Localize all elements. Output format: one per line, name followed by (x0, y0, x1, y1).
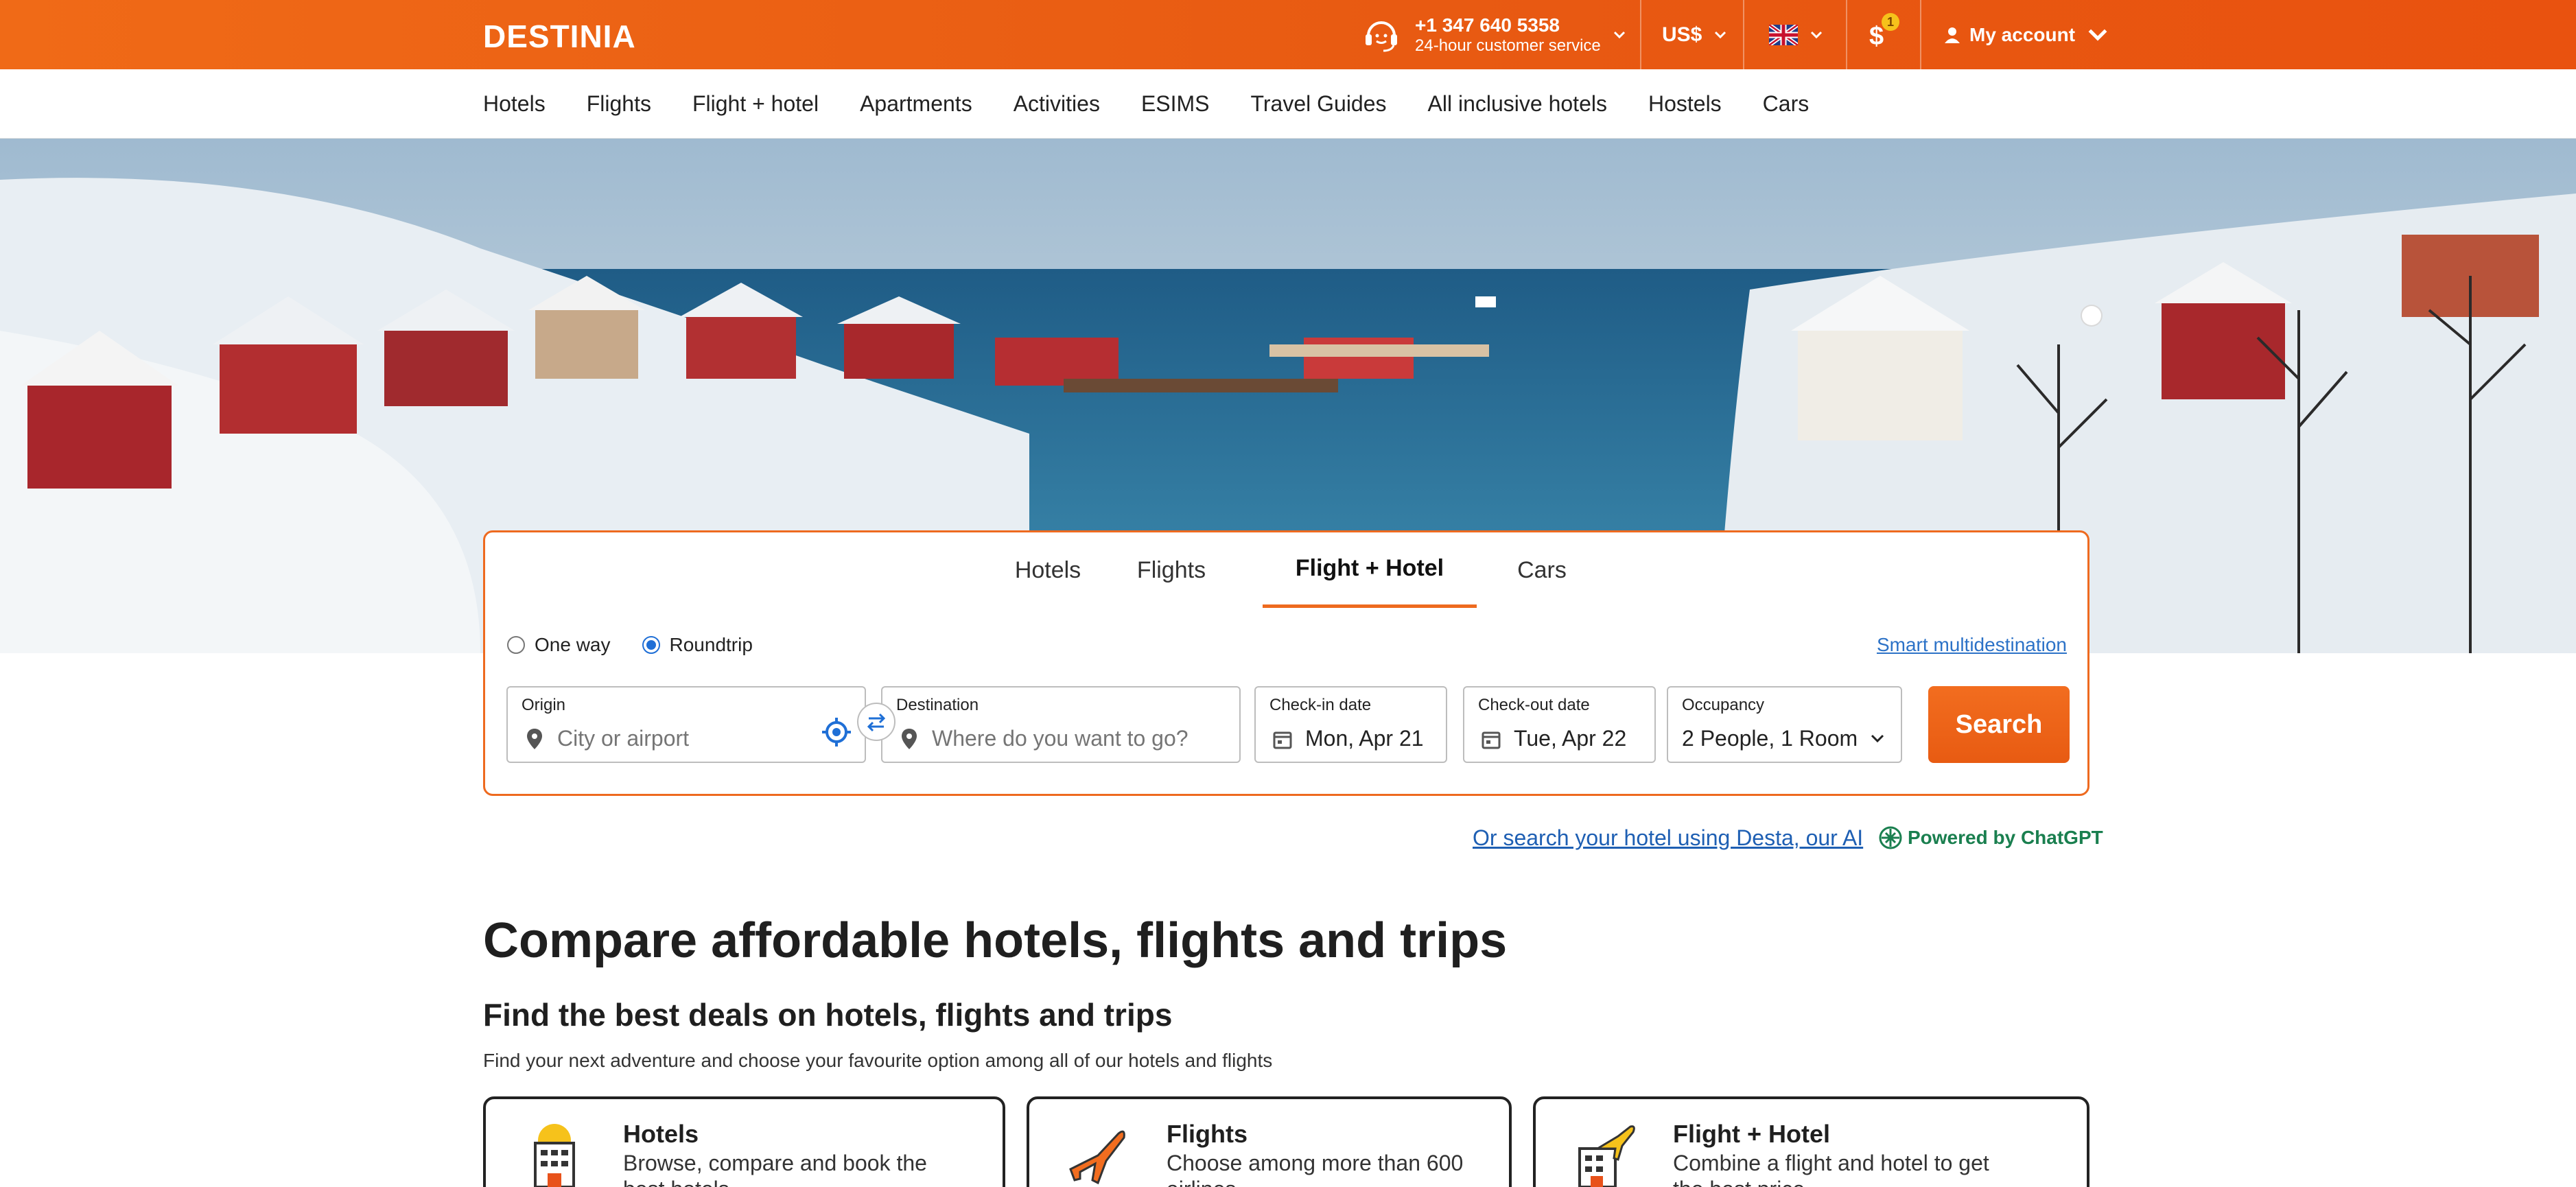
card-description: Choose among more than 600 airlines (1167, 1151, 1464, 1187)
radio-one-way[interactable]: One way (507, 634, 611, 656)
divider (1743, 0, 1744, 69)
phone-number: +1 347 640 5358 (1415, 14, 1560, 36)
checkin-value: Mon, Apr 21 (1305, 726, 1424, 751)
language-selector[interactable] (1769, 0, 1823, 69)
field-label: Check-in date (1269, 696, 1372, 714)
occupancy-field[interactable]: Occupancy 2 People, 1 Room (1667, 686, 1902, 763)
svg-text:$: $ (1869, 22, 1884, 49)
location-pin-icon (527, 729, 542, 749)
card-flights[interactable]: Flights Choose among more than 600 airli… (1027, 1096, 1512, 1187)
nav-item-travel-guides[interactable]: Travel Guides (1251, 90, 1387, 117)
tab-flights[interactable]: Flights (1116, 532, 1226, 608)
nav-item-hotels[interactable]: Hotels (483, 90, 546, 117)
swap-button[interactable] (857, 703, 895, 741)
uk-flag-icon (1769, 24, 1798, 45)
headset-icon (1366, 21, 1397, 51)
card-flight-hotel[interactable]: Flight + Hotel Combine a flight and hote… (1533, 1096, 2089, 1187)
card-title: Flight + Hotel (1673, 1120, 1830, 1148)
checkout-value: Tue, Apr 22 (1514, 726, 1627, 751)
main-nav: Hotels Flights Flight + hotel Apartments… (0, 69, 2576, 139)
rewards-button[interactable]: $ 1 (1864, 0, 1899, 69)
swap-icon (867, 713, 886, 732)
field-label: Check-out date (1478, 696, 1590, 714)
page-heading: Compare affordable hotels, flights and t… (483, 913, 1508, 968)
chevron-down-icon (1810, 31, 1823, 38)
chevron-down-icon (2088, 29, 2107, 41)
search-tabs: Hotels Flights Flight + Hotel Cars (485, 532, 2087, 608)
calendar-icon (1273, 731, 1292, 749)
nav-item-hostels[interactable]: Hostels (1648, 90, 1722, 117)
hotel-icon (534, 1124, 575, 1187)
checkout-field[interactable]: Check-out date Tue, Apr 22 (1463, 686, 1656, 763)
radio-label: One way (535, 634, 611, 655)
card-hotels[interactable]: Hotels Browse, compare and book the best… (483, 1096, 1005, 1187)
radio-button[interactable] (507, 636, 525, 654)
field-label: Origin (522, 696, 566, 714)
destination-field[interactable]: Destination (881, 686, 1241, 763)
currency-label: US$ (1662, 23, 1702, 46)
radio-roundtrip[interactable]: Roundtrip (642, 634, 753, 656)
nav-item-activities[interactable]: Activities (1014, 90, 1100, 117)
tab-cars[interactable]: Cars (1487, 532, 1597, 608)
radio-label: Roundtrip (669, 634, 753, 655)
location-pin-icon (902, 729, 917, 749)
carousel-dot[interactable] (2081, 305, 2103, 327)
plane-icon (1069, 1130, 1125, 1185)
search-button[interactable]: Search (1928, 686, 2070, 763)
user-icon (1945, 27, 1960, 43)
nav-item-cars[interactable]: Cars (1763, 90, 1810, 117)
radio-button[interactable] (642, 636, 660, 654)
divider (1640, 0, 1641, 69)
tab-hotels[interactable]: Hotels (993, 532, 1103, 608)
section-heading: Find the best deals on hotels, flights a… (483, 997, 1173, 1033)
nav-item-flights[interactable]: Flights (587, 90, 651, 117)
divider (1920, 0, 1921, 69)
nav-item-flight-hotel[interactable]: Flight + hotel (692, 90, 819, 117)
checkin-field[interactable]: Check-in date Mon, Apr 21 (1254, 686, 1447, 763)
field-label: Destination (896, 696, 979, 714)
phone-subtitle: 24-hour customer service (1415, 36, 1601, 55)
top-bar: DESTINIA +1 347 640 5358 24-hour custome… (0, 0, 2576, 69)
smart-multidestination-link[interactable]: Smart multidestination (1877, 634, 2067, 656)
trip-type: One way Roundtrip (507, 634, 784, 656)
coin-badge: 1 (1882, 12, 1899, 31)
desta-ai-link[interactable]: Or search your hotel using Desta, our AI (1473, 825, 1863, 851)
chevron-down-icon (1715, 31, 1726, 38)
chevron-down-icon (1871, 734, 1884, 743)
field-label: Occupancy (1682, 696, 1765, 714)
card-description: Browse, compare and book the best hotels (623, 1151, 927, 1187)
nav-item-esims[interactable]: ESIMS (1141, 90, 1210, 117)
flight-hotel-icon (1578, 1125, 1635, 1187)
powered-label: Powered by ChatGPT (1908, 827, 2103, 848)
account-label: My account (1969, 23, 2076, 45)
origin-field[interactable]: Origin (506, 686, 866, 763)
coin-icon: $ 1 (1864, 12, 1899, 51)
my-account-button[interactable]: My account (1942, 0, 2115, 69)
occupancy-value: 2 People, 1 Room (1682, 726, 1858, 751)
chevron-down-icon (1613, 31, 1625, 38)
card-title: Flights (1167, 1120, 1248, 1148)
search-panel: Hotels Flights Flight + Hotel Cars One w… (483, 530, 2089, 796)
customer-service[interactable]: +1 347 640 5358 24-hour customer service (1361, 0, 1626, 69)
destinia-logo[interactable]: DESTINIA (483, 18, 636, 55)
nav-item-all-inclusive[interactable]: All inclusive hotels (1428, 90, 1607, 117)
destination-input[interactable] (932, 726, 1220, 751)
nav-item-apartments[interactable]: Apartments (860, 90, 972, 117)
section-description: Find your next adventure and choose your… (483, 1050, 1273, 1071)
currency-selector[interactable]: US$ (1662, 0, 1726, 69)
chatgpt-icon (1879, 826, 1902, 849)
card-description: Combine a flight and hotel to get the be… (1673, 1151, 1989, 1187)
origin-input[interactable] (557, 726, 804, 751)
calendar-icon (1482, 731, 1501, 749)
powered-by-chatgpt: Powered by ChatGPT (1876, 823, 2103, 852)
current-location-icon[interactable] (821, 716, 852, 748)
card-title: Hotels (623, 1120, 699, 1148)
tab-flight-hotel[interactable]: Flight + Hotel (1263, 532, 1477, 608)
divider (1846, 0, 1847, 69)
